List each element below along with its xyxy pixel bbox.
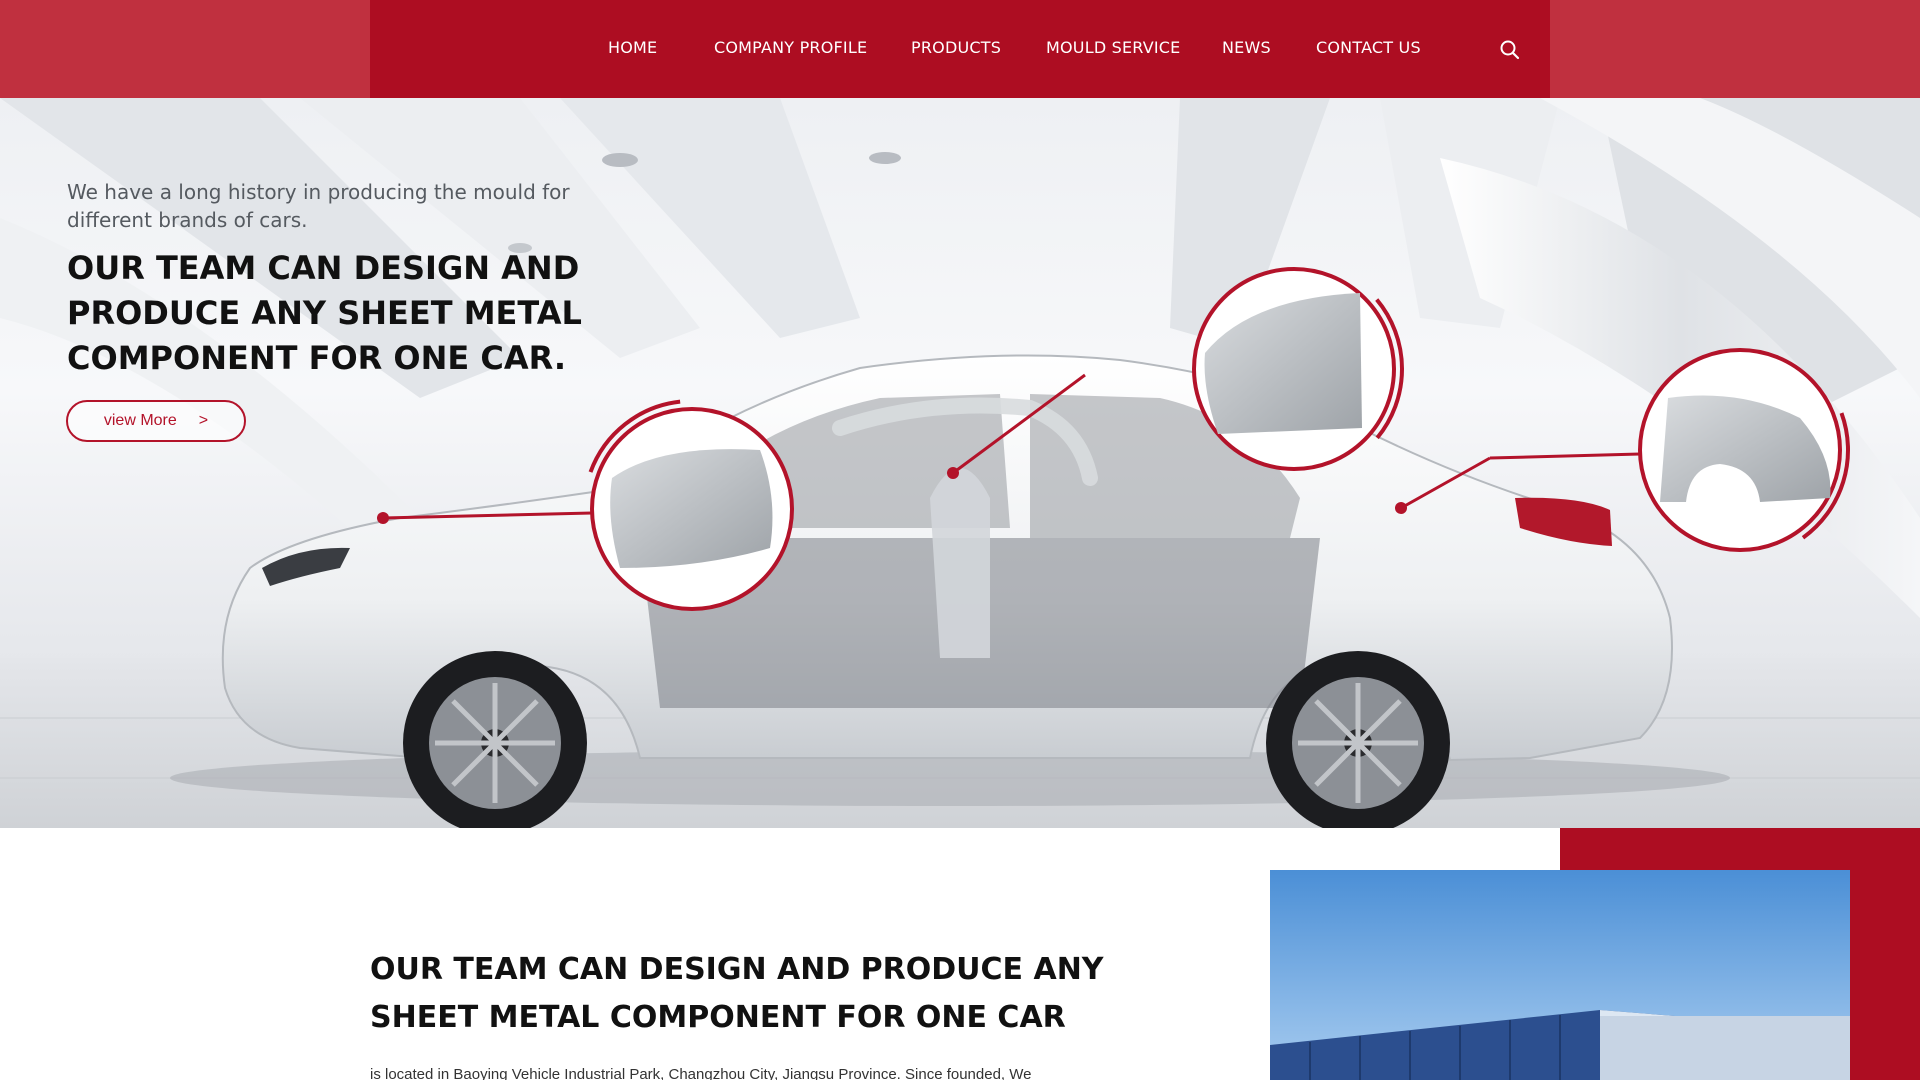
nav-item-news[interactable]: NEWS [1222,38,1271,57]
nav-item-mould-service[interactable]: MOULD SERVICE [1046,38,1180,57]
main-nav-bar: HOME COMPANY PROFILE PRODUCTS MOULD SERV… [370,0,1550,98]
view-more-label: view More [103,412,177,429]
factory-building-image [1270,870,1850,1080]
about-text: is located in Baoying Vehicle Industrial… [370,1066,1032,1080]
nav-item-contact-us[interactable]: CONTACT US [1316,38,1421,57]
nav-item-products[interactable]: PRODUCTS [911,38,1001,57]
site-header: HOME COMPANY PROFILE PRODUCTS MOULD SERV… [0,0,1920,98]
rear-quarter-callout [1630,340,1850,560]
main-nav: HOME COMPANY PROFILE PRODUCTS MOULD SERV… [370,0,1550,98]
view-more-button[interactable]: view More > [66,400,246,442]
hero-subtitle: We have a long history in producing the … [67,180,570,232]
nav-item-home[interactable]: HOME [608,38,657,57]
hero-banner: We have a long history in producing the … [0,98,1920,828]
search-icon[interactable] [1498,38,1522,62]
about-section: OUR TEAM CAN DESIGN AND PRODUCE ANY SHEE… [0,828,1920,1080]
nav-item-company-profile[interactable]: COMPANY PROFILE [714,38,867,57]
hero-title: OUR TEAM CAN DESIGN AND PRODUCE ANY SHEE… [67,249,582,377]
about-title: OUR TEAM CAN DESIGN AND PRODUCE ANY SHEE… [370,952,1104,1035]
chevron-right-icon: > [198,412,209,429]
